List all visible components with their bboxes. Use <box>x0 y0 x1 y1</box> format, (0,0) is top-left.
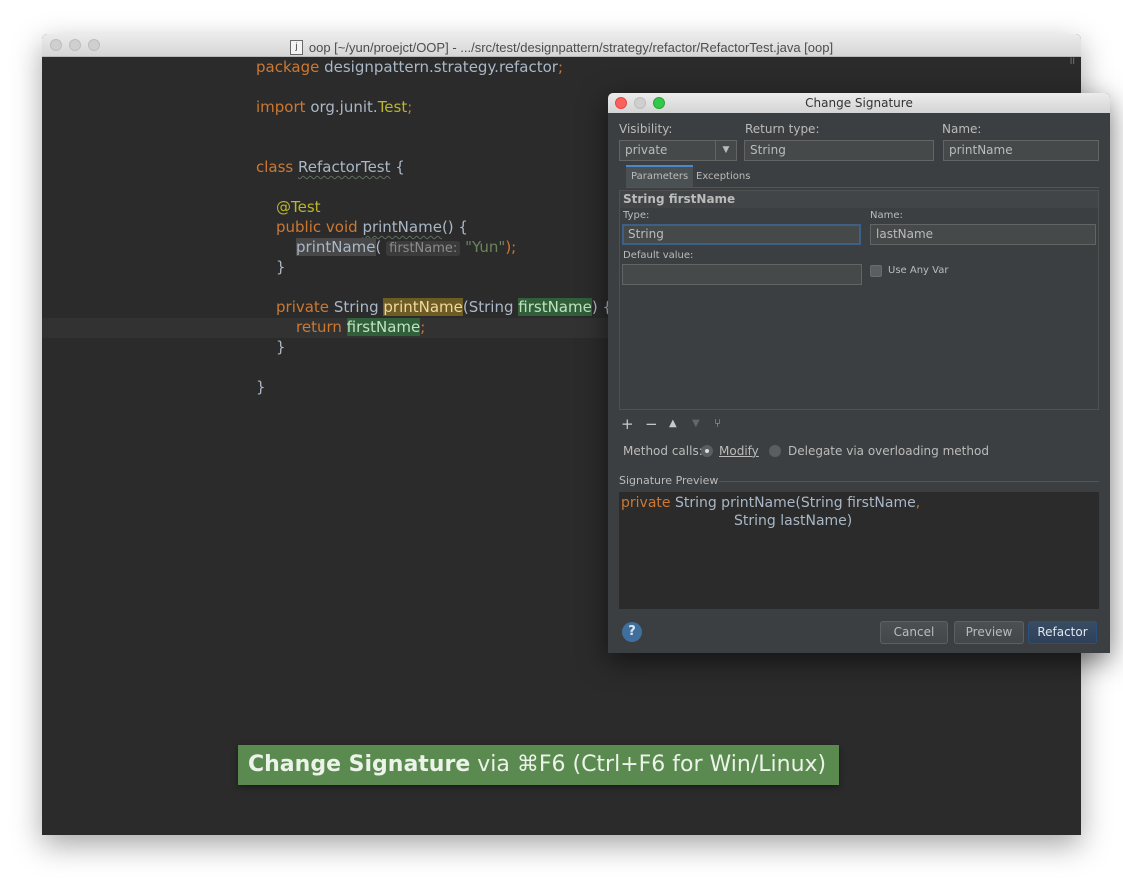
visibility-label: Visibility: <box>619 122 673 136</box>
code-line-import: import org.junit.Test; <box>256 98 413 116</box>
signature-preview: private String printName(String firstNam… <box>619 492 1099 609</box>
radio-dot-icon <box>705 449 709 453</box>
refactor-button[interactable]: Refactor <box>1028 621 1097 644</box>
default-value-label: Default value: <box>623 250 694 261</box>
method-calls-label: Method calls: <box>623 444 703 458</box>
signature-preview-label: Signature Preview <box>619 474 719 487</box>
delegate-radio-label[interactable]: Delegate via overloading method <box>788 444 989 458</box>
modify-radio[interactable] <box>701 445 713 457</box>
default-value-field[interactable] <box>622 264 862 285</box>
shortcut-caption: Change Signature via ⌘F6 (Ctrl+F6 for Wi… <box>238 745 839 785</box>
method-name-field[interactable]: printName <box>943 140 1099 161</box>
code-line-package: package designpattern.strategy.refactor; <box>256 58 564 76</box>
delegate-radio[interactable] <box>769 445 781 457</box>
param-type-field[interactable]: String <box>622 224 861 245</box>
window-title: oop [~/yun/proejct/OOP] - .../src/test/d… <box>308 39 834 55</box>
code-line-call: printName( firstName: "Yun"); <box>296 238 517 256</box>
name-label: Name: <box>942 122 982 136</box>
dialog-zoom-button[interactable] <box>653 97 665 109</box>
parameter-hint: firstName: <box>386 241 461 256</box>
close-window-button[interactable] <box>50 39 62 51</box>
zoom-window-button[interactable] <box>88 39 100 51</box>
java-file-icon: j <box>289 40 303 55</box>
visibility-select[interactable]: private ▼ <box>619 140 737 161</box>
modify-radio-label[interactable]: Modify <box>719 444 759 458</box>
code-line-return: return firstName; <box>296 318 426 336</box>
help-icon[interactable]: ? <box>622 622 642 642</box>
dialog-title: Change Signature <box>805 96 913 110</box>
use-any-var-label: Use Any Var <box>888 265 949 276</box>
move-down-icon[interactable]: ▼ <box>692 418 700 429</box>
code-line-private-method: private String printName(String firstNam… <box>276 298 613 316</box>
code-line-public-method: public void printName() { <box>276 218 468 236</box>
parameters-panel <box>619 190 1099 410</box>
preview-separator <box>719 481 1099 482</box>
code-line-close-1: } <box>276 258 286 276</box>
param-name-field[interactable]: lastName <box>870 224 1096 245</box>
change-signature-dialog: Change Signature Visibility: Return type… <box>608 93 1110 653</box>
dropdown-arrow-icon: ▼ <box>715 141 736 160</box>
code-line-close-class: } <box>256 378 266 396</box>
propagate-icon[interactable]: ⑂ <box>714 416 721 430</box>
code-line-class: class RefactorTest { <box>256 158 405 176</box>
dialog-close-button[interactable] <box>615 97 627 109</box>
return-type-label: Return type: <box>745 122 820 136</box>
parameter-row[interactable]: String firstName <box>620 191 1098 208</box>
param-name-label: Name: <box>870 210 903 221</box>
minimize-window-button[interactable] <box>69 39 81 51</box>
cancel-button[interactable]: Cancel <box>880 621 948 644</box>
param-type-label: Type: <box>623 210 650 221</box>
code-line-close-2: } <box>276 338 286 356</box>
editor-status-mark: II <box>1069 57 1075 67</box>
return-type-field[interactable]: String <box>744 140 934 161</box>
use-any-var-checkbox[interactable] <box>870 265 882 277</box>
dialog-minimize-button[interactable] <box>634 97 646 109</box>
preview-button[interactable]: Preview <box>954 621 1024 644</box>
code-line-annotation: @Test <box>276 198 321 216</box>
dialog-titlebar: Change Signature <box>608 93 1110 113</box>
minus-icon[interactable]: − <box>645 415 658 433</box>
move-up-icon[interactable]: ▲ <box>669 418 677 429</box>
tab-parameters[interactable]: Parameters <box>626 165 694 187</box>
window-titlebar: j oop [~/yun/proejct/OOP] - .../src/test… <box>42 34 1081 57</box>
tab-exceptions[interactable]: Exceptions <box>691 167 755 187</box>
plus-icon[interactable]: + <box>621 415 634 433</box>
